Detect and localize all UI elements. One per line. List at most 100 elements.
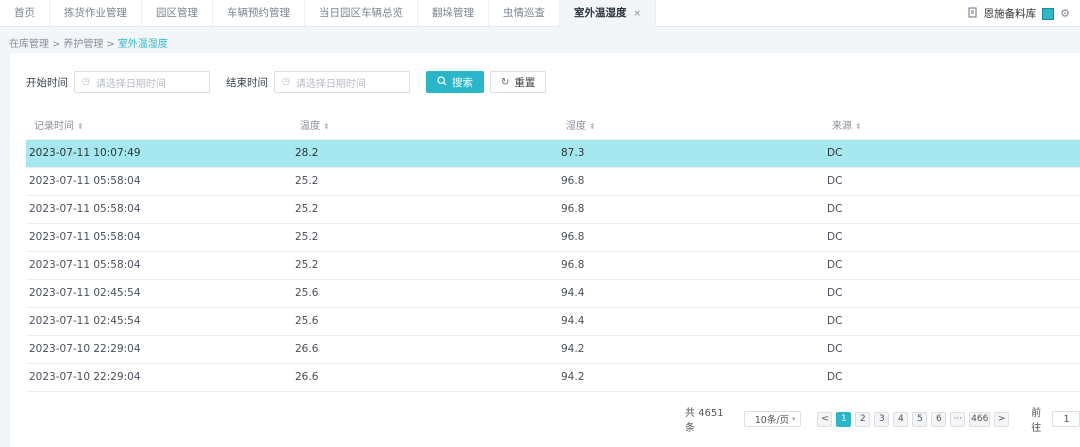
column-label: 来源: [832, 121, 852, 133]
breadcrumb-item[interactable]: 养护管理: [63, 39, 103, 50]
tab-park[interactable]: 园区管理: [142, 0, 213, 27]
cell-source: DC: [824, 335, 1080, 364]
cell-humidity: 87.3: [558, 139, 824, 168]
end-time-label: 结束时间: [226, 76, 268, 89]
warehouse-name[interactable]: 恩施备料库: [984, 6, 1037, 21]
close-icon[interactable]: ×: [634, 9, 642, 19]
cell-source: DC: [824, 279, 1080, 308]
table-row[interactable]: 2023-07-10 22:29:04 26.6 94.2 DC: [26, 363, 1080, 392]
cell-humidity: 94.2: [558, 363, 824, 392]
filter-bar: 开始时间 ◷ 请选择日期时间 结束时间 ◷ 请选择日期时间 搜索 ↻ 重置: [26, 71, 547, 93]
cell-humidity: 96.8: [558, 195, 824, 224]
cell-source: DC: [824, 195, 1080, 224]
page-button-1[interactable]: 1: [836, 411, 852, 427]
table-row[interactable]: 2023-07-11 05:58:04 25.2 96.8 DC: [26, 167, 1080, 196]
cell-record-time: 2023-07-11 02:45:54: [26, 279, 292, 308]
next-page-button[interactable]: >: [994, 411, 1010, 427]
sort-icon[interactable]: ⬍: [323, 122, 330, 131]
column-label: 记录时间: [34, 121, 74, 133]
breadcrumb-item[interactable]: 在库管理: [9, 39, 49, 50]
page-button-2[interactable]: 2: [855, 411, 871, 427]
start-time-input[interactable]: ◷ 请选择日期时间: [74, 71, 210, 93]
clock-icon: ◷: [82, 77, 90, 87]
column-header-record-time[interactable]: 记录时间 ⬍: [26, 111, 292, 140]
sort-icon[interactable]: ⬍: [589, 122, 596, 131]
table-row[interactable]: 2023-07-11 02:45:54 25.6 94.4 DC: [26, 279, 1080, 308]
clock-icon: ◷: [282, 77, 290, 87]
table-row[interactable]: 2023-07-11 05:58:04 25.2 96.8 DC: [26, 195, 1080, 224]
tab-vehicle-booking[interactable]: 车辆预约管理: [213, 0, 305, 27]
column-label: 温度: [300, 121, 320, 133]
theme-color-swatch[interactable]: [1042, 7, 1055, 20]
page-button-6[interactable]: 6: [931, 411, 947, 427]
cell-temperature: 25.2: [292, 223, 558, 252]
page-size-value: 10条/页: [754, 415, 790, 426]
column-label: 湿度: [566, 121, 586, 133]
table-row[interactable]: 2023-07-11 02:45:54 25.6 94.4 DC: [26, 307, 1080, 336]
cell-temperature: 28.2: [292, 139, 558, 168]
data-table: 记录时间 ⬍ 温度 ⬍ 湿度 ⬍ 来源 ⬍ 2023-07-11 10:07:49 28…: [26, 111, 1080, 392]
breadcrumb-separator: >: [52, 39, 61, 50]
cell-humidity: 94.2: [558, 335, 824, 364]
table-row[interactable]: 2023-07-11 10:07:49 28.2 87.3 DC: [26, 139, 1080, 168]
breadcrumb: 在库管理 > 养护管理 > 室外温湿度: [9, 35, 168, 50]
gear-icon[interactable]: ⚙: [1060, 7, 1070, 20]
cell-record-time: 2023-07-11 05:58:04: [26, 167, 292, 196]
total-count: 共 4651 条: [685, 408, 724, 434]
cell-source: DC: [824, 223, 1080, 252]
table-row[interactable]: 2023-07-11 05:58:04 25.2 96.8 DC: [26, 223, 1080, 252]
cell-source: DC: [824, 139, 1080, 168]
breadcrumb-separator: >: [106, 39, 115, 50]
column-header-humidity[interactable]: 湿度 ⬍: [558, 111, 824, 140]
page-button-5[interactable]: 5: [912, 411, 928, 427]
column-header-temperature[interactable]: 温度 ⬍: [292, 111, 558, 140]
cell-humidity: 96.8: [558, 167, 824, 196]
cell-record-time: 2023-07-11 05:58:04: [26, 251, 292, 280]
page-button-3[interactable]: 3: [874, 411, 890, 427]
tab-vehicle-overview[interactable]: 当日园区车辆总览: [305, 0, 418, 27]
cell-record-time: 2023-07-11 05:58:04: [26, 223, 292, 252]
cell-record-time: 2023-07-11 05:58:04: [26, 195, 292, 224]
cell-record-time: 2023-07-11 10:07:49: [26, 139, 292, 168]
cell-source: DC: [824, 307, 1080, 336]
page-button-4[interactable]: 4: [893, 411, 909, 427]
page-size-select[interactable]: 10条/页 ▾: [743, 411, 802, 427]
cell-record-time: 2023-07-10 22:29:04: [26, 363, 292, 392]
sort-icon[interactable]: ⬍: [77, 122, 84, 131]
cell-source: DC: [824, 363, 1080, 392]
cell-humidity: 96.8: [558, 251, 824, 280]
goto-label: 前往: [1031, 408, 1042, 434]
start-time-placeholder: 请选择日期时间: [95, 78, 166, 90]
cell-temperature: 25.2: [292, 195, 558, 224]
column-header-source[interactable]: 来源 ⬍: [824, 111, 1080, 140]
goto-page-input[interactable]: 1: [1052, 411, 1080, 427]
cell-temperature: 25.6: [292, 279, 558, 308]
end-time-placeholder: 请选择日期时间: [295, 78, 366, 90]
reset-button-label: 重置: [514, 76, 536, 89]
tab-home[interactable]: 首页: [0, 0, 50, 27]
page-button-last[interactable]: 466: [969, 411, 991, 427]
table-row[interactable]: 2023-07-10 22:29:04 26.6 94.2 DC: [26, 335, 1080, 364]
main-panel: 开始时间 ◷ 请选择日期时间 结束时间 ◷ 请选择日期时间 搜索 ↻ 重置 记录…: [10, 53, 1080, 447]
end-time-input[interactable]: ◷ 请选择日期时间: [274, 71, 410, 93]
tab-pest-inspection[interactable]: 虫情巡查: [489, 0, 560, 27]
prev-page-button[interactable]: <: [817, 411, 833, 427]
breadcrumb-current: 室外温湿度: [117, 39, 168, 50]
more-pages-button[interactable]: ···: [950, 411, 966, 427]
table-row[interactable]: 2023-07-11 05:58:04 25.2 96.8 DC: [26, 251, 1080, 280]
search-button[interactable]: 搜索: [426, 71, 484, 93]
cell-record-time: 2023-07-10 22:29:04: [26, 335, 292, 364]
tab-picking[interactable]: 拣货作业管理: [50, 0, 142, 27]
refresh-icon: ↻: [501, 76, 510, 88]
start-time-label: 开始时间: [26, 76, 68, 89]
cell-humidity: 94.4: [558, 307, 824, 336]
reset-button[interactable]: ↻ 重置: [490, 71, 547, 93]
tab-label: 室外温湿度: [574, 7, 627, 19]
cell-temperature: 25.2: [292, 251, 558, 280]
tab-outdoor-temp-humidity[interactable]: 室外温湿度 ×: [560, 0, 657, 27]
search-icon: [437, 75, 447, 89]
header-right: 恩施备料库 ⚙: [968, 0, 1070, 27]
tab-turning[interactable]: 翻垛管理: [418, 0, 489, 27]
cell-humidity: 96.8: [558, 223, 824, 252]
sort-icon[interactable]: ⬍: [855, 122, 862, 131]
